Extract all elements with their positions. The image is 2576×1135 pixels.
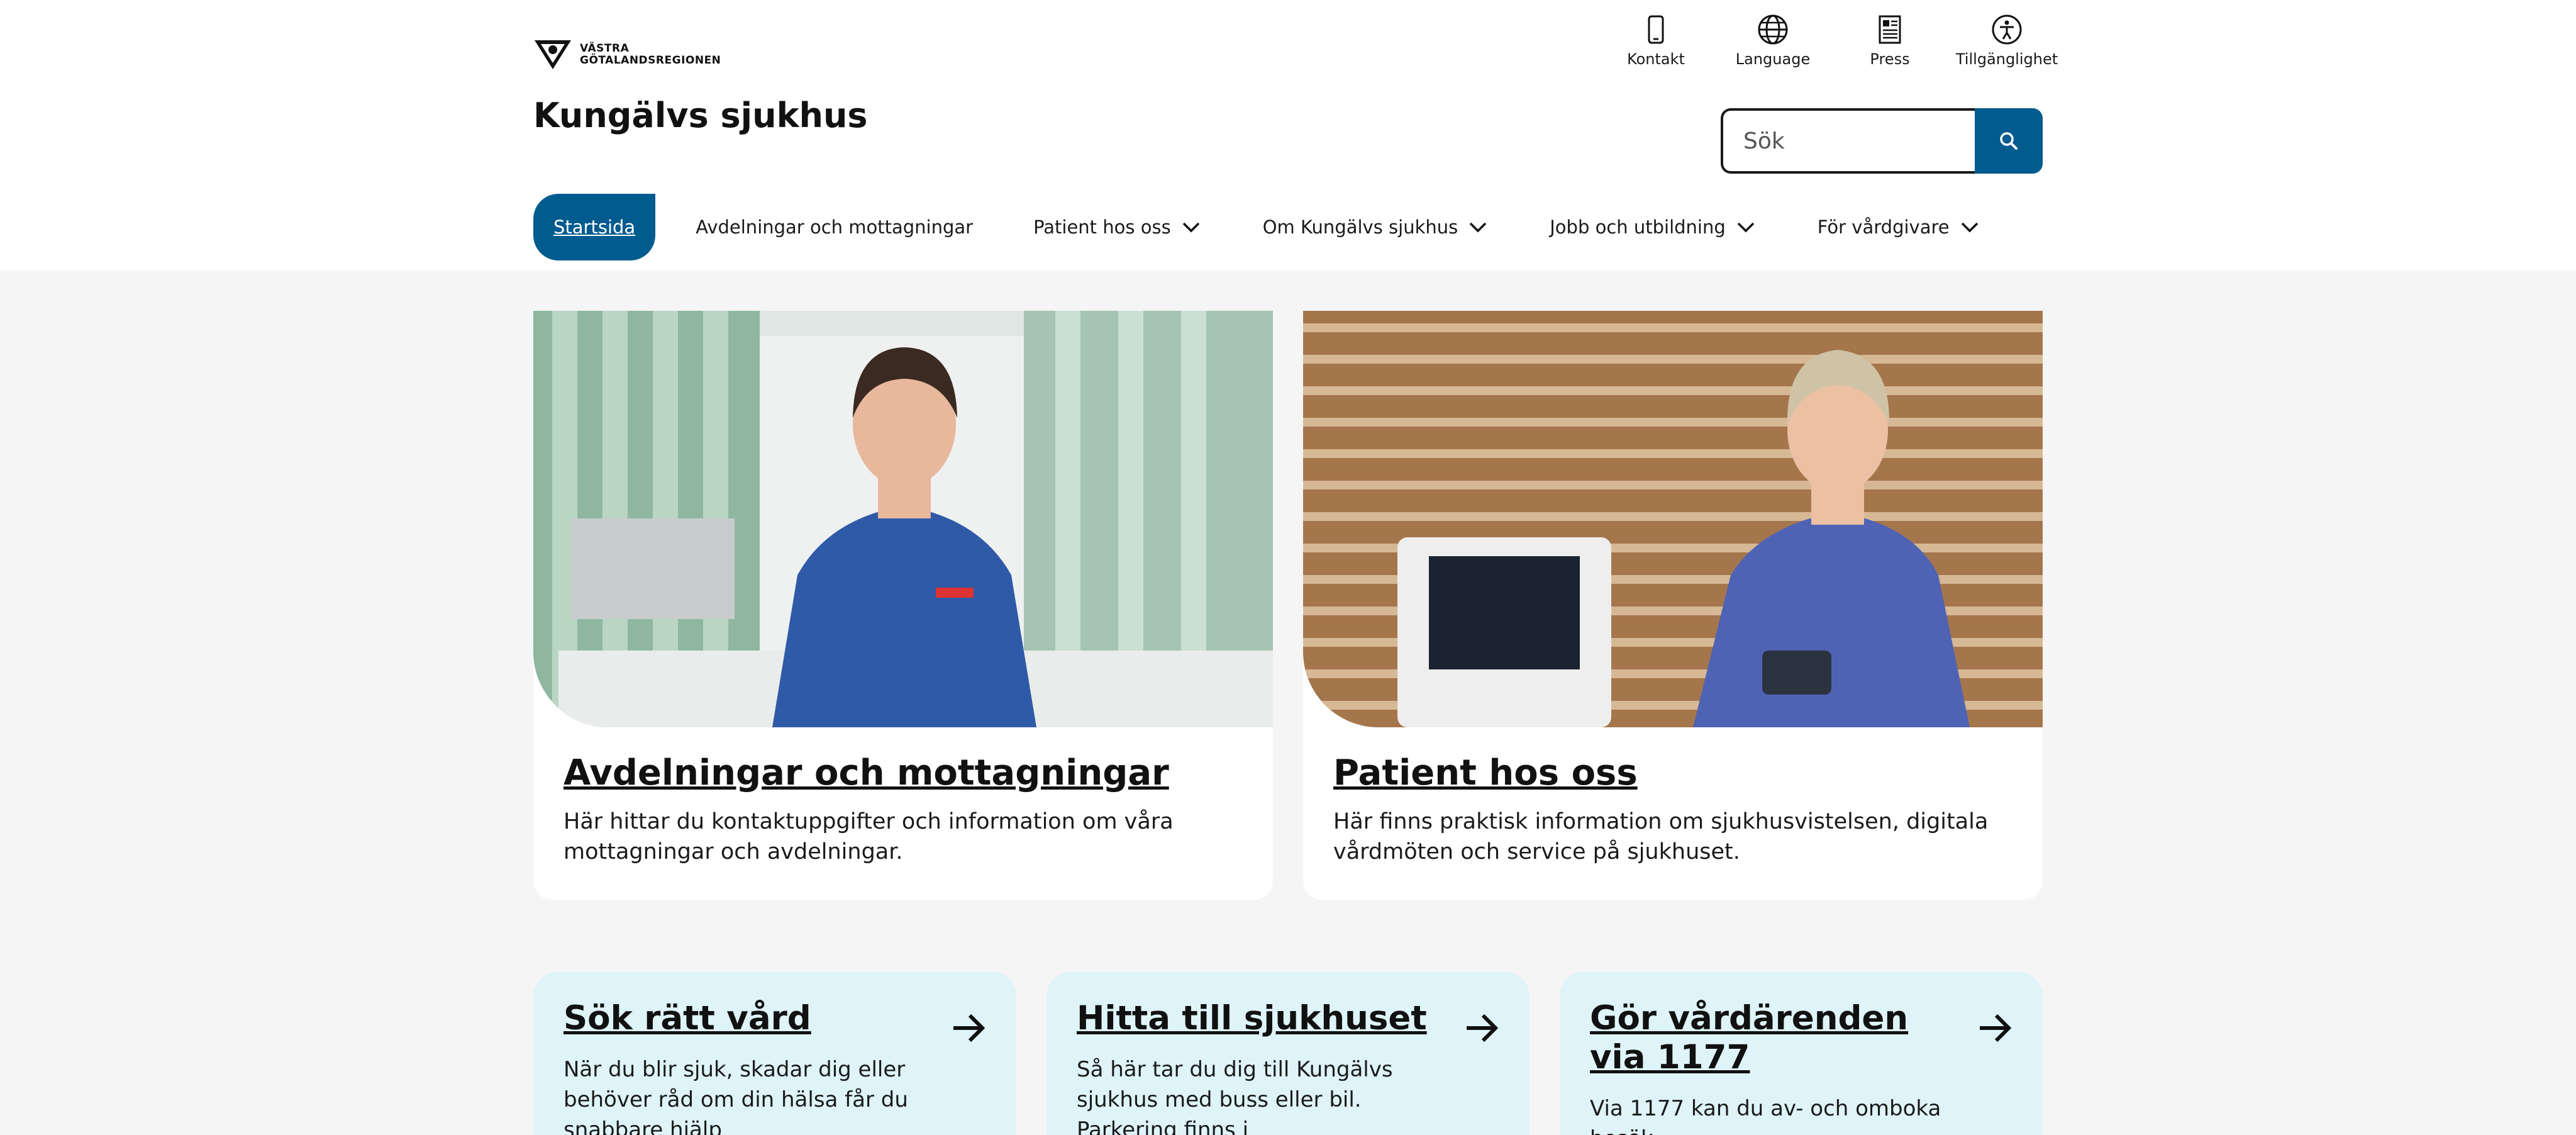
main-nav: Startsida Avdelningar och mottagningar P… [533, 194, 1981, 260]
nav-item-patient-hos-oss[interactable]: Patient hos oss [1033, 194, 1202, 260]
arrow-right-icon [1980, 1014, 2012, 1043]
feature-card-text: Här finns praktisk information om sjukhu… [1333, 809, 1989, 864]
link-card-text: När du blir sjuk, skadar dig eller behöv… [564, 1057, 908, 1135]
globe-icon [1758, 14, 1788, 45]
nav-item-label: Patient hos oss [1033, 216, 1171, 238]
nurse-photo [533, 311, 1273, 727]
util-label: Language [1735, 50, 1811, 68]
util-link-tillganglighet[interactable]: Tillgänglighet [1948, 13, 2065, 68]
vgr-logo-mark-icon [535, 40, 571, 69]
feature-card-title: Patient hos oss [1333, 752, 1638, 793]
arrow-right-icon [1467, 1014, 1499, 1043]
link-card-title: Hitta till sjukhuset [1077, 999, 1427, 1037]
util-label: Tillgänglighet [1955, 50, 2058, 68]
link-card-sok-ratt-vard[interactable]: Sök rätt vård När du blir sjuk, skadar d… [533, 971, 1016, 1135]
link-card-text: Via 1177 kan du av- och omboka besök [1590, 1096, 1941, 1135]
search-form [1721, 108, 2043, 174]
chevron-down-icon [1470, 222, 1487, 233]
util-link-kontakt[interactable]: Kontakt [1597, 13, 1714, 68]
feature-card-title: Avdelningar och mottagningar [564, 752, 1169, 793]
link-card-text: Så här tar du dig till Kungälvs sjukhus … [1077, 1057, 1393, 1135]
vgr-logo[interactable]: VÄSTRA GÖTALANDSREGIONEN [533, 39, 721, 70]
logo-text: VÄSTRA GÖTALANDSREGIONEN [580, 43, 721, 67]
chevron-down-icon [1737, 222, 1755, 233]
feature-card-avdelningar[interactable]: Avdelningar och mottagningar Här hittar … [533, 311, 1273, 900]
nav-item-jobb-och-utbildning[interactable]: Jobb och utbildning [1550, 194, 1757, 260]
logo-line-1: VÄSTRA [580, 42, 630, 55]
link-card-title: Sök rätt vård [564, 999, 811, 1037]
nav-item-label: Jobb och utbildning [1550, 216, 1726, 238]
util-link-language[interactable]: Language [1714, 13, 1831, 68]
search-button[interactable] [1975, 108, 2043, 174]
nav-item-avdelningar[interactable]: Avdelningar och mottagningar [696, 194, 973, 260]
accessibility-icon [1992, 14, 2022, 45]
site-header: VÄSTRA GÖTALANDSREGIONEN Kontakt Languag… [0, 0, 2576, 271]
nav-item-label: Avdelningar och mottagningar [696, 216, 974, 238]
feature-card-patient-hos-oss[interactable]: Patient hos oss Här finns praktisk infor… [1303, 311, 2043, 900]
nav-item-om-kungalvs-sjukhus[interactable]: Om Kungälvs sjukhus [1263, 194, 1490, 260]
nav-item-for-vardgivare[interactable]: För vårdgivare [1818, 194, 1981, 260]
arrow-right-icon [953, 1014, 985, 1043]
feature-card-text: Här hittar du kontaktuppgifter och infor… [564, 809, 1174, 864]
link-card-title: Gör vårdärenden via 1177 [1590, 999, 1909, 1076]
chevron-down-icon [1182, 222, 1199, 233]
link-card-gor-vardarenden-via-1177[interactable]: Gör vårdärenden via 1177 Via 1177 kan du… [1560, 971, 2043, 1135]
chevron-down-icon [1961, 222, 1978, 233]
nurse-with-monitor-photo [1303, 311, 2043, 727]
nav-item-startsida[interactable]: Startsida [533, 194, 656, 260]
util-label: Kontakt [1627, 50, 1685, 68]
search-input[interactable] [1721, 108, 1975, 174]
nav-item-label: Om Kungälvs sjukhus [1262, 216, 1458, 238]
nav-item-label: Startsida [553, 216, 636, 238]
util-link-press[interactable]: Press [1831, 13, 1948, 68]
logo-line-2: GÖTALANDSREGIONEN [580, 54, 721, 67]
newspaper-icon [1879, 15, 1901, 44]
site-title[interactable]: Kungälvs sjukhus [533, 96, 868, 135]
util-label: Press [1870, 50, 1910, 68]
phone-icon [1648, 15, 1664, 44]
nav-item-label: För vårdgivare [1817, 216, 1950, 238]
link-card-hitta-till-sjukhuset[interactable]: Hitta till sjukhuset Så här tar du dig t… [1046, 971, 1530, 1135]
search-icon [2000, 132, 2018, 150]
utility-nav: Kontakt Language Press Tillgänglighet [1597, 13, 2065, 68]
